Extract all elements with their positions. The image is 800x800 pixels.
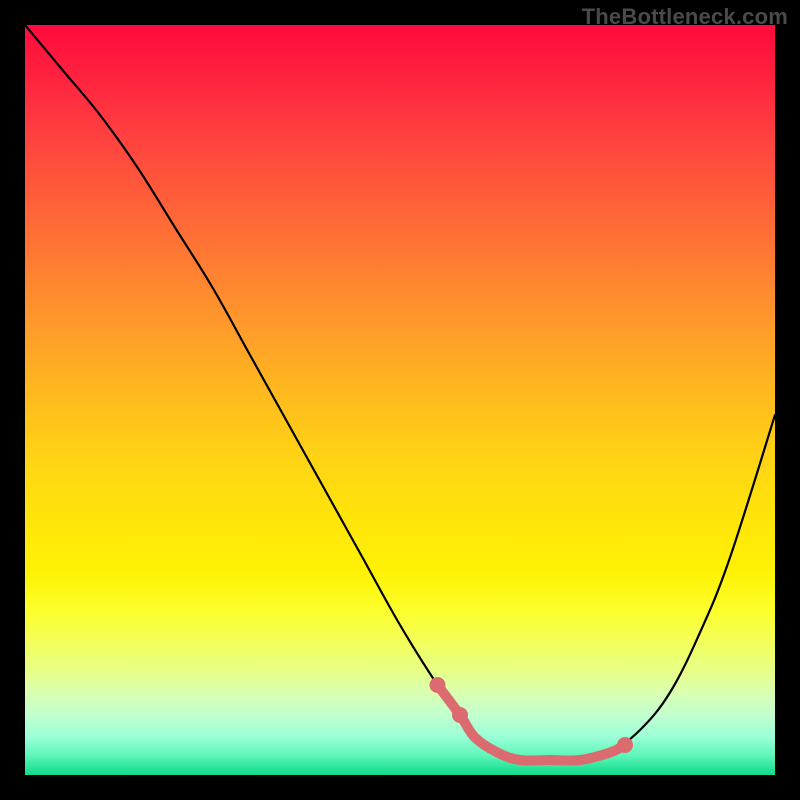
highlight-dot [452,707,468,723]
curve-svg [25,25,775,775]
optimal-range-highlight [438,685,626,761]
watermark-text: TheBottleneck.com [582,4,788,30]
highlight-dot [430,677,446,693]
chart-frame: TheBottleneck.com [0,0,800,800]
highlight-dots [430,677,634,753]
bottleneck-curve [25,25,775,761]
highlight-dot [617,737,633,753]
plot-area [25,25,775,775]
